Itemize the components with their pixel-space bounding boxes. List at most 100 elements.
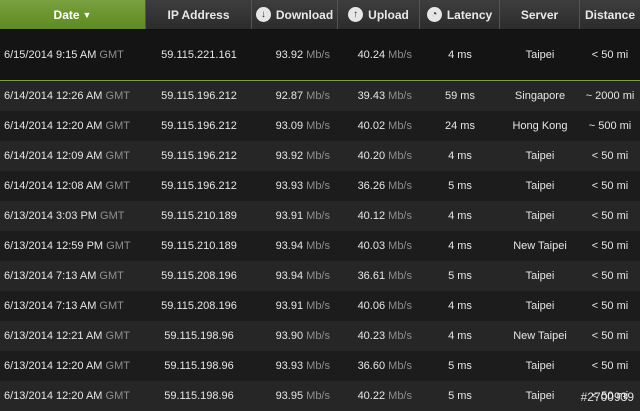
date-cell: 6/14/2014 12:20 AM GMT xyxy=(0,120,146,132)
latency-cell: 5 ms xyxy=(448,390,472,402)
column-header-label: Latency xyxy=(446,7,493,22)
date-value: 6/14/2014 12:26 AM xyxy=(4,90,103,102)
upload-value: 36.60 xyxy=(357,360,386,372)
column-header-download[interactable]: ↓ Download xyxy=(252,0,338,29)
table-row[interactable]: 6/14/2014 12:08 AM GMT 59.115.196.212 93.9… xyxy=(0,171,640,201)
ip-address-cell: 59.115.198.96 xyxy=(164,390,234,402)
results-table: Date ▼ IP Address ↓ Download ↑ Upload ◔ … xyxy=(0,0,640,411)
speed-unit: Mb/s xyxy=(388,90,412,102)
speed-unit: Mb/s xyxy=(388,150,412,162)
date-value: 6/13/2014 3:03 PM xyxy=(4,210,97,222)
table-row[interactable]: 6/14/2014 12:20 AM GMT 59.115.196.212 93.0… xyxy=(0,111,640,141)
date-value: 6/15/2014 9:15 AM xyxy=(4,49,97,61)
date-cell: 6/15/2014 9:15 AM GMT xyxy=(0,49,146,61)
upload-cell: 40.24 Mb/s xyxy=(338,49,420,61)
timezone-label: GMT xyxy=(105,120,130,132)
date-value: 6/13/2014 12:20 AM xyxy=(4,360,103,372)
watermark-text: #2700939 xyxy=(580,390,634,404)
ip-address-cell: 59.115.196.212 xyxy=(161,180,237,192)
upload-cell: 39.43 Mb/s xyxy=(338,90,420,102)
timezone-label: GMT xyxy=(100,210,125,222)
server-cell: Taipei xyxy=(525,390,555,402)
download-cell: 93.09 Mb/s xyxy=(252,120,338,132)
distance-cell: < 50 mi xyxy=(591,49,629,61)
distance-cell: < 50 mi xyxy=(591,240,629,252)
upload-value: 40.12 xyxy=(357,210,386,222)
upload-cell: 36.61 Mb/s xyxy=(338,270,420,282)
table-row[interactable]: 6/15/2014 9:15 AM GMT 59.115.221.161 93.92… xyxy=(0,30,640,81)
download-value: 93.94 xyxy=(275,240,304,252)
upload-cell: 40.20 Mb/s xyxy=(338,150,420,162)
server-cell: Taipei xyxy=(525,210,555,222)
speed-unit: Mb/s xyxy=(388,330,412,342)
download-value: 93.93 xyxy=(275,180,304,192)
server-cell: Taipei xyxy=(525,49,555,61)
column-header-label: Server xyxy=(520,7,559,22)
latency-cell: 4 ms xyxy=(448,240,472,252)
speed-unit: Mb/s xyxy=(306,49,330,61)
column-header-label: Upload xyxy=(368,7,409,22)
column-header-date[interactable]: Date ▼ xyxy=(0,0,146,29)
table-row[interactable]: 6/13/2014 12:20 AM GMT 59.115.198.96 93.95… xyxy=(0,381,640,411)
download-value: 93.91 xyxy=(275,210,304,222)
table-row[interactable]: 6/13/2014 7:13 AM GMT 59.115.208.196 93.91… xyxy=(0,291,640,321)
table-row[interactable]: 6/13/2014 7:13 AM GMT 59.115.208.196 93.94… xyxy=(0,261,640,291)
server-cell: Taipei xyxy=(525,180,555,192)
timezone-label: GMT xyxy=(105,180,130,192)
table-row[interactable]: 6/13/2014 3:03 PM GMT 59.115.210.189 93.91… xyxy=(0,201,640,231)
download-cell: 92.87 Mb/s xyxy=(252,90,338,102)
distance-cell: < 50 mi xyxy=(591,330,629,342)
column-header-distance[interactable]: Distance xyxy=(580,0,640,29)
timezone-label: GMT xyxy=(106,240,131,252)
latency-cell: 4 ms xyxy=(448,150,472,162)
column-header-ip-address[interactable]: IP Address xyxy=(146,0,252,29)
speed-unit: Mb/s xyxy=(306,270,330,282)
ip-address-cell: 59.115.210.189 xyxy=(161,240,237,252)
download-value: 93.91 xyxy=(275,300,304,312)
upload-value: 40.24 xyxy=(357,49,386,61)
upload-cell: 40.06 Mb/s xyxy=(338,300,420,312)
column-header-latency[interactable]: ◔ Latency xyxy=(420,0,500,29)
date-value: 6/14/2014 12:20 AM xyxy=(4,120,103,132)
speed-unit: Mb/s xyxy=(388,240,412,252)
table-body: 6/15/2014 9:15 AM GMT 59.115.221.161 93.92… xyxy=(0,30,640,411)
speed-unit: Mb/s xyxy=(306,210,330,222)
timezone-label: GMT xyxy=(99,270,124,282)
column-header-label: Download xyxy=(275,7,334,22)
speed-unit: Mb/s xyxy=(306,90,330,102)
date-cell: 6/13/2014 7:13 AM GMT xyxy=(0,270,146,282)
table-row[interactable]: 6/13/2014 12:59 PM GMT 59.115.210.189 93.9… xyxy=(0,231,640,261)
latency-cell: 59 ms xyxy=(445,90,475,102)
speed-unit: Mb/s xyxy=(388,360,412,372)
table-row[interactable]: 6/13/2014 12:20 AM GMT 59.115.198.96 93.93… xyxy=(0,351,640,381)
ip-address-cell: 59.115.198.96 xyxy=(164,360,234,372)
distance-cell: < 50 mi xyxy=(591,360,629,372)
download-cell: 93.94 Mb/s xyxy=(252,240,338,252)
date-value: 6/13/2014 12:20 AM xyxy=(4,390,103,402)
date-value: 6/14/2014 12:08 AM xyxy=(4,180,103,192)
date-cell: 6/14/2014 12:09 AM GMT xyxy=(0,150,146,162)
upload-value: 40.23 xyxy=(357,330,386,342)
ip-address-cell: 59.115.196.212 xyxy=(161,120,237,132)
ip-address-cell: 59.115.210.189 xyxy=(161,210,237,222)
upload-cell: 40.12 Mb/s xyxy=(338,210,420,222)
column-header-upload[interactable]: ↑ Upload xyxy=(338,0,420,29)
column-header-server[interactable]: Server xyxy=(500,0,580,29)
upload-value: 40.03 xyxy=(357,240,386,252)
ip-address-cell: 59.115.196.212 xyxy=(161,90,237,102)
table-row[interactable]: 6/14/2014 12:26 AM GMT 59.115.196.212 92.8… xyxy=(0,81,640,111)
download-cell: 93.92 Mb/s xyxy=(252,49,338,61)
latency-cell: 24 ms xyxy=(445,120,475,132)
date-value: 6/13/2014 7:13 AM xyxy=(4,270,97,282)
table-row[interactable]: 6/14/2014 12:09 AM GMT 59.115.196.212 93.9… xyxy=(0,141,640,171)
ip-address-cell: 59.115.198.96 xyxy=(164,330,234,342)
upload-icon: ↑ xyxy=(348,7,364,22)
download-cell: 93.93 Mb/s xyxy=(252,180,338,192)
download-cell: 93.92 Mb/s xyxy=(252,150,338,162)
ip-address-cell: 59.115.221.161 xyxy=(161,49,237,61)
timezone-label: GMT xyxy=(105,390,130,402)
download-cell: 93.91 Mb/s xyxy=(252,300,338,312)
table-row[interactable]: 6/13/2014 12:21 AM GMT 59.115.198.96 93.90… xyxy=(0,321,640,351)
latency-cell: 5 ms xyxy=(448,180,472,192)
upload-cell: 36.60 Mb/s xyxy=(338,360,420,372)
